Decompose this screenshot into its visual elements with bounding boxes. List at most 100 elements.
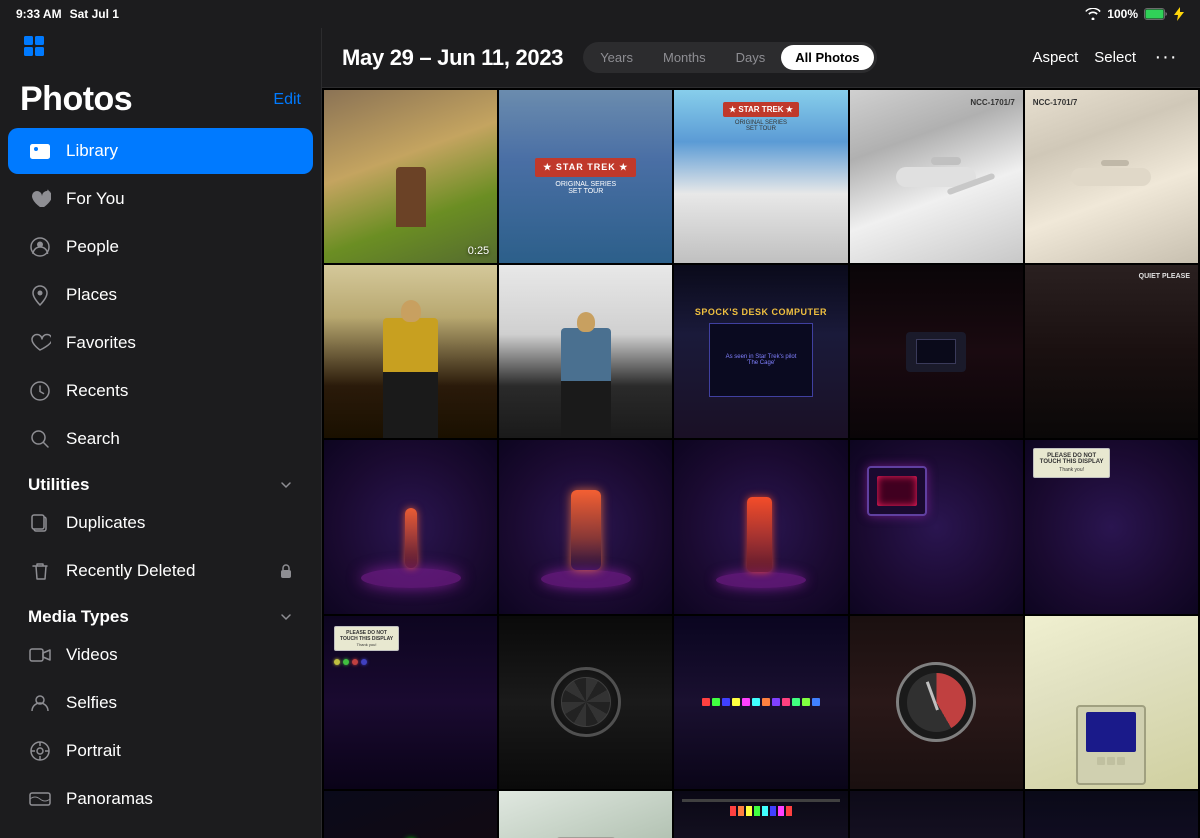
status-bar-left: 9:33 AM Sat Jul 1 (16, 7, 119, 21)
content-area: May 29 – Jun 11, 2023 Years Months Days … (322, 28, 1200, 838)
select-button[interactable]: Select (1094, 49, 1136, 66)
tab-years[interactable]: Years (586, 45, 647, 70)
photo-cell[interactable] (1025, 791, 1198, 838)
charging-icon (1174, 7, 1184, 21)
sidebar-item-places[interactable]: Places (8, 272, 313, 318)
sidebar-item-label-favorites: Favorites (66, 333, 136, 353)
search-icon (28, 427, 52, 451)
photo-icon (28, 139, 52, 163)
main-layout: Photos Edit Library ✦ For You (0, 28, 1200, 838)
photo-cell[interactable]: ★ STAR TREK ★ ORIGINAL SERIESSET TOUR (499, 90, 672, 263)
sidebar-item-for-you[interactable]: ✦ For You (8, 176, 313, 222)
photo-grid-container: 0:25 ★ STAR TREK ★ ORIGINAL SERIESSET TO… (324, 90, 1198, 838)
photo-cell[interactable]: PLEASE DO NOTTOUCH THIS DISPLAY Thank yo… (1025, 440, 1198, 613)
panorama-icon (28, 787, 52, 811)
photo-cell[interactable] (499, 791, 672, 838)
photo-cell[interactable] (850, 616, 1023, 789)
utilities-label: Utilities (28, 475, 89, 495)
photo-cell[interactable] (1025, 616, 1198, 789)
sidebar-item-selfies[interactable]: Selfies (8, 680, 313, 726)
sidebar-item-recents[interactable]: Recents (8, 368, 313, 414)
photo-cell[interactable] (850, 440, 1023, 613)
sidebar-item-portrait[interactable]: Portrait (8, 728, 313, 774)
tab-all-photos[interactable]: All Photos (781, 45, 873, 70)
clock-icon (28, 379, 52, 403)
more-button[interactable]: ··· (1152, 44, 1180, 72)
photo-grid: 0:25 ★ STAR TREK ★ ORIGINAL SERIESSET TO… (322, 88, 1200, 838)
sidebar-item-label-recents: Recents (66, 381, 128, 401)
sidebar-item-recently-deleted[interactable]: Recently Deleted (8, 548, 313, 594)
photo-cell[interactable] (324, 791, 497, 838)
sidebar-item-label-portrait: Portrait (66, 741, 121, 761)
battery: 100% (1107, 7, 1138, 21)
sidebar-top-area (0, 28, 321, 68)
tab-months[interactable]: Months (649, 45, 720, 70)
photo-cell[interactable] (674, 791, 847, 838)
sidebar-item-label-places: Places (66, 285, 117, 305)
photo-cell[interactable] (674, 440, 847, 613)
photo-cell[interactable]: ★ STAR TREK ★ ORIGINAL SERIESSET TOUR (674, 90, 847, 263)
photo-cell[interactable] (324, 265, 497, 438)
sidebar-item-people[interactable]: People (8, 224, 313, 270)
pin-icon (28, 283, 52, 307)
video-icon (28, 643, 52, 667)
photo-cell[interactable]: NCC-1701/7 (1025, 90, 1198, 263)
top-bar: May 29 – Jun 11, 2023 Years Months Days … (322, 28, 1200, 88)
photo-cell[interactable]: QUIET PLEASE (1025, 265, 1198, 438)
duplicate-icon (28, 511, 52, 535)
photo-cell[interactable] (499, 440, 672, 613)
photo-cell[interactable] (850, 791, 1023, 838)
sidebar-item-favorites[interactable]: Favorites (8, 320, 313, 366)
trash-icon (28, 559, 52, 583)
utilities-section-header[interactable]: Utilities (0, 463, 321, 499)
sidebar-item-label-library: Library (66, 141, 118, 161)
top-bar-actions: Aspect Select ··· (1032, 44, 1180, 72)
tab-days[interactable]: Days (722, 45, 780, 70)
aperture-icon (28, 739, 52, 763)
date-range: May 29 – Jun 11, 2023 (342, 45, 563, 71)
edit-button[interactable]: Edit (273, 91, 301, 109)
photo-cell[interactable] (324, 440, 497, 613)
sidebar-item-search[interactable]: Search (8, 416, 313, 462)
chevron-down-icon (279, 478, 293, 492)
media-types-section-header[interactable]: Media Types (0, 595, 321, 631)
grid-view-button[interactable] (16, 28, 52, 64)
media-types-label: Media Types (28, 607, 129, 627)
date: Sat Jul 1 (70, 7, 119, 21)
sidebar-item-label-duplicates: Duplicates (66, 513, 145, 533)
heart-sparkle-icon: ✦ (28, 187, 52, 211)
photo-cell[interactable] (499, 616, 672, 789)
sidebar-item-library[interactable]: Library (8, 128, 313, 174)
video-duration: 0:25 (468, 245, 489, 257)
wifi-icon (1085, 8, 1101, 20)
sidebar-item-duplicates[interactable]: Duplicates (8, 500, 313, 546)
svg-text:✦: ✦ (45, 188, 51, 196)
sidebar-item-label-for-you: For You (66, 189, 125, 209)
sidebar-item-videos[interactable]: Videos (8, 632, 313, 678)
photo-cell[interactable] (499, 265, 672, 438)
sidebar-item-panoramas[interactable]: Panoramas (8, 776, 313, 822)
photo-cell[interactable]: PLEASE DO NOTTOUCH THIS DISPLAY Thank yo… (324, 616, 497, 789)
sidebar: Photos Edit Library ✦ For You (0, 28, 322, 838)
photo-cell[interactable] (674, 616, 847, 789)
photo-cell[interactable]: 0:25 (324, 90, 497, 263)
sidebar-item-label-recently-deleted: Recently Deleted (66, 561, 195, 581)
photo-cell[interactable]: NCC-1701/7 (850, 90, 1023, 263)
person-icon (28, 691, 52, 715)
sidebar-title: Photos (20, 80, 132, 119)
aspect-button[interactable]: Aspect (1032, 49, 1078, 66)
my-albums-section-header[interactable]: My Albums (0, 823, 321, 838)
view-tabs: Years Months Days All Photos (583, 42, 876, 73)
status-bar: 9:33 AM Sat Jul 1 100% (0, 0, 1200, 28)
photo-cell[interactable] (850, 265, 1023, 438)
heart-icon (28, 331, 52, 355)
sidebar-item-label-videos: Videos (66, 645, 118, 665)
lock-icon (279, 563, 293, 579)
sidebar-item-label-people: People (66, 237, 119, 257)
sidebar-item-label-selfies: Selfies (66, 693, 117, 713)
chevron-down-icon-2 (279, 610, 293, 624)
sidebar-header: Photos Edit (0, 68, 321, 127)
battery-icon (1144, 8, 1168, 20)
photo-cell[interactable]: SPOCK'S DESK COMPUTER As seen in Star Tr… (674, 265, 847, 438)
sidebar-item-label-search: Search (66, 429, 120, 449)
